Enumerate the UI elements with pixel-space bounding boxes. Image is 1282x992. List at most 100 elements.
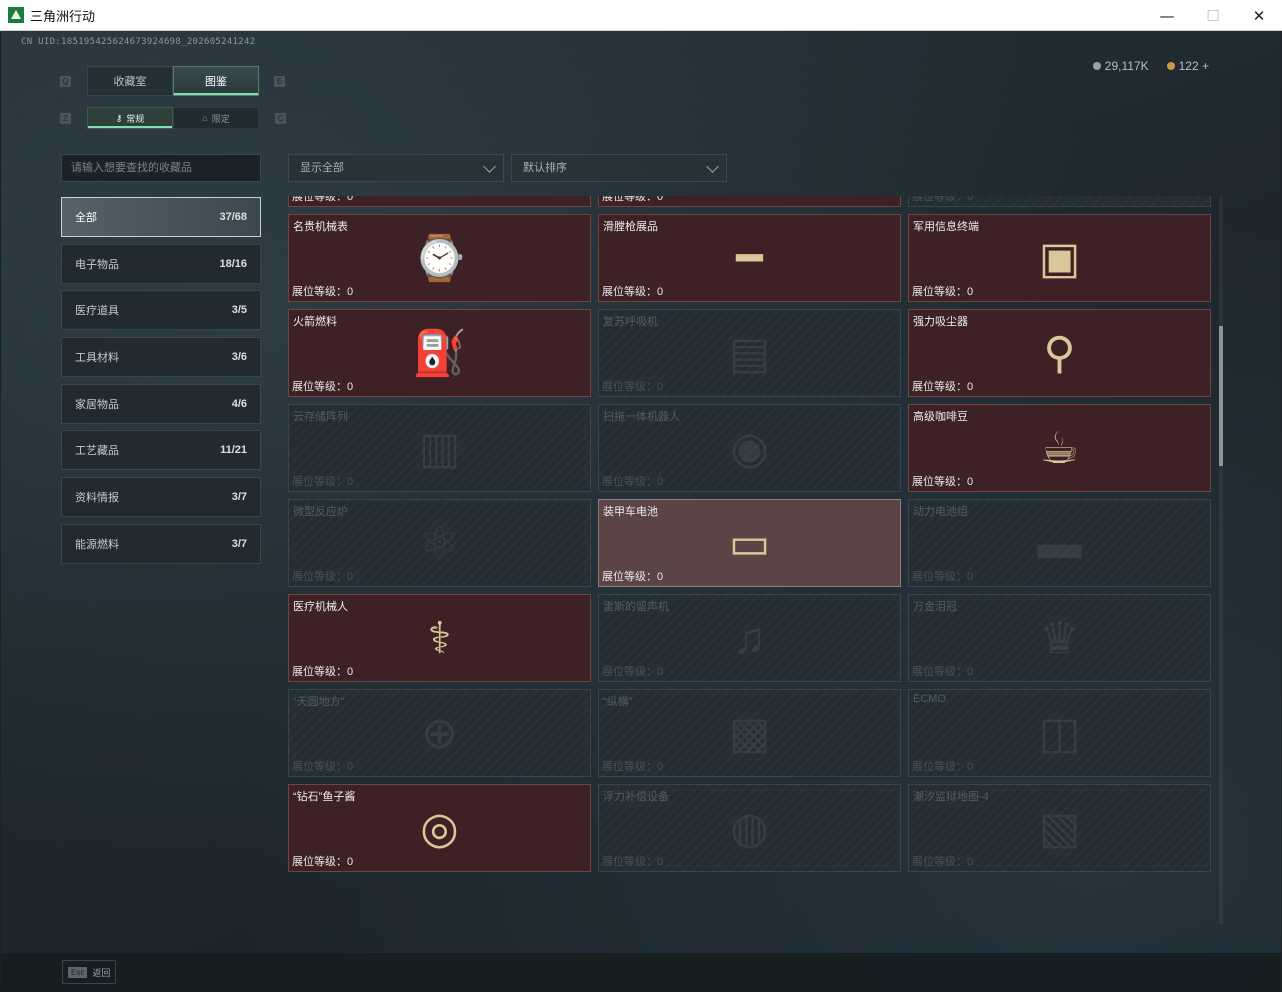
micro-reactor-icon: ⚛ xyxy=(419,518,460,568)
back-button[interactable]: Esc 返回 xyxy=(62,960,116,984)
category-all[interactable]: 全部 37/68 xyxy=(61,197,261,237)
collection-card[interactable]: 微型反应炉 ⚛ 展位等级：0 xyxy=(288,499,591,587)
vacuum-cleaner-icon: ⚲ xyxy=(1043,328,1076,378)
sort-value: 默认排序 xyxy=(523,162,567,174)
silver-currency: 29,117K xyxy=(1092,59,1149,73)
storage-array-icon: ▥ xyxy=(418,423,461,473)
collection-card[interactable]: 装甲车电池 ▭ 展位等级：0 xyxy=(598,499,901,587)
category-intel[interactable]: 资料情报 3/7 xyxy=(61,477,261,517)
military-terminal-icon: ▣ xyxy=(1038,233,1081,283)
category-tools[interactable]: 工具材料 3/6 xyxy=(61,337,261,377)
card-name: 万金泪冠 xyxy=(913,601,957,613)
back-label: 返回 xyxy=(92,967,111,978)
filter-value: 显示全部 xyxy=(300,162,344,174)
card-display-level: 展位等级：0 xyxy=(602,856,664,868)
gold-currency[interactable]: 122 + xyxy=(1166,59,1209,73)
app-logo-icon xyxy=(8,7,24,23)
card-name: 复苏呼吸机 xyxy=(603,316,658,328)
collection-card[interactable]: “钻石”鱼子酱 ◎ 展位等级：0 xyxy=(288,784,591,872)
silver-coin-icon xyxy=(1092,62,1101,70)
card-display-level: 展位等级：0 xyxy=(912,761,974,773)
search-input[interactable]: 请输入想要查找的收藏品 xyxy=(61,154,261,182)
collection-card[interactable]: 曼德尔超算单元▦展位等级：0 xyxy=(288,196,591,207)
player-uid: CN UID:18519542562467392469​8_2026052412… xyxy=(21,37,256,47)
card-name: 雷斯的留声机 xyxy=(603,601,669,613)
collection-card[interactable]: ECMO ◫ 展位等级：0 xyxy=(908,689,1211,777)
map-icon: ▧ xyxy=(1038,803,1081,853)
card-name: “天圆地方” xyxy=(293,696,345,708)
collection-card[interactable]: 滑膛枪展品 ━ 展位等级：0 xyxy=(598,214,901,302)
ecmo-machine-icon: ◫ xyxy=(1038,708,1081,758)
collection-card[interactable]: 扫拖一体机器人 ◉ 展位等级：0 xyxy=(598,404,901,492)
collection-card[interactable]: 高级咖啡豆 ☕ 展位等级：0 xyxy=(908,404,1211,492)
collection-card[interactable]: 云存储阵列 ▥ 展位等级：0 xyxy=(288,404,591,492)
collection-card[interactable]: “纵横” ▩ 展位等级：0 xyxy=(598,689,901,777)
main-tabs: 收藏室 图鉴 xyxy=(87,66,259,96)
card-name: 装甲车电池 xyxy=(603,506,658,518)
collection-card[interactable]: 动力电池组 ▬ 展位等级：0 xyxy=(908,499,1211,587)
collection-card[interactable]: 步战车模型◈展位等级：0 xyxy=(908,196,1211,207)
scroll-thumb[interactable] xyxy=(1219,326,1223,466)
collection-card[interactable]: 复苏呼吸机 ▤ 展位等级：0 xyxy=(598,309,901,397)
card-display-level: 展位等级：0 xyxy=(602,196,664,203)
card-name: 扫拖一体机器人 xyxy=(603,411,680,423)
tab-collection[interactable]: 收藏室 xyxy=(87,66,173,96)
gift-icon: ⌂ xyxy=(202,113,208,123)
coffee-bag-icon: ☕ xyxy=(1039,423,1080,473)
card-display-level: 展位等级：0 xyxy=(602,761,664,773)
category-crafts[interactable]: 工艺藏品 11/21 xyxy=(61,430,261,470)
card-display-level: 展位等级：0 xyxy=(912,666,974,678)
add-currency-button[interactable]: + xyxy=(1202,59,1209,73)
collection-card[interactable]: 军用信息终端 ▣ 展位等级：0 xyxy=(908,214,1211,302)
maximize-button[interactable]: ☐ xyxy=(1190,0,1236,31)
collection-card[interactable]: 自动体外除颤器⚡展位等级：0 xyxy=(598,196,901,207)
collection-card[interactable]: 火箭燃料 ⛽ 展位等级：0 xyxy=(288,309,591,397)
card-display-level: 展位等级：0 xyxy=(292,761,354,773)
collection-card[interactable]: 雷斯的留声机 ♫ 展位等级：0 xyxy=(598,594,901,682)
card-display-level: 展位等级：0 xyxy=(602,381,664,393)
currency-bar: 29,117K 122 + xyxy=(1092,59,1209,73)
card-name: “钻石”鱼子酱 xyxy=(293,791,356,803)
subtab-limited[interactable]: ⌂ 限定 xyxy=(173,107,259,129)
collection-card[interactable]: 医疗机械人 ⚕ 展位等级：0 xyxy=(288,594,591,682)
esc-key-hint: Esc xyxy=(68,966,88,978)
collection-card[interactable]: 强力吸尘器 ⚲ 展位等级：0 xyxy=(908,309,1211,397)
e-key-hint: E xyxy=(274,76,285,87)
filter-dropdown[interactable]: 显示全部 xyxy=(288,154,504,182)
collection-card[interactable]: “天圆地方” ⊕ 展位等级：0 xyxy=(288,689,591,777)
collection-card[interactable]: 万金泪冠 ♛ 展位等级：0 xyxy=(908,594,1211,682)
grid-scrollbar[interactable] xyxy=(1219,196,1223,924)
category-count: 4/6 xyxy=(231,398,247,410)
subtab-normal[interactable]: ⚷ 常规 xyxy=(87,107,173,129)
crown-icon: ♛ xyxy=(1039,613,1080,663)
close-button[interactable]: ✕ xyxy=(1236,0,1282,31)
gold-coin-icon xyxy=(1166,62,1175,70)
collection-card[interactable]: 浮力补偿设备 ◍ 展位等级：0 xyxy=(598,784,901,872)
chevron-down-icon xyxy=(706,160,719,173)
musket-icon: ━ xyxy=(736,233,763,283)
category-electronics[interactable]: 电子物品 18/16 xyxy=(61,244,261,284)
card-name: 医疗机械人 xyxy=(293,601,348,613)
tab-catalog[interactable]: 图鉴 xyxy=(173,66,259,96)
chevron-down-icon xyxy=(483,160,496,173)
c-key-hint: C xyxy=(275,113,286,124)
category-label: 医疗道具 xyxy=(75,305,119,317)
category-household[interactable]: 家居物品 4/6 xyxy=(61,384,261,424)
card-display-level: 展位等级：0 xyxy=(292,476,354,488)
card-name: 名贵机械表 xyxy=(293,221,348,233)
collection-grid: 曼德尔超算单元▦展位等级：0 自动体外除颤器⚡展位等级：0 步战车模型◈展位等级：0… xyxy=(288,196,1214,872)
category-label: 电子物品 xyxy=(75,259,119,271)
collection-card[interactable]: 名贵机械表 ⌚ 展位等级：0 xyxy=(288,214,591,302)
category-medical[interactable]: 医疗道具 3/5 xyxy=(61,290,261,330)
collection-card[interactable]: 潮汐监狱地图-4 ▧ 展位等级：0 xyxy=(908,784,1211,872)
battery-pack-icon: ▬ xyxy=(1037,518,1082,568)
category-energy[interactable]: 能源燃料 3/7 xyxy=(61,524,261,564)
vehicle-battery-icon: ▭ xyxy=(728,518,771,568)
sort-dropdown[interactable]: 默认排序 xyxy=(511,154,727,182)
minimize-button[interactable]: — xyxy=(1144,0,1190,31)
category-count: 3/5 xyxy=(231,304,247,316)
subtab-limited-label: 限定 xyxy=(211,113,230,124)
card-display-level: 展位等级：0 xyxy=(602,666,664,678)
window-controls: — ☐ ✕ xyxy=(1144,0,1282,31)
category-label: 资料情报 xyxy=(75,492,119,504)
